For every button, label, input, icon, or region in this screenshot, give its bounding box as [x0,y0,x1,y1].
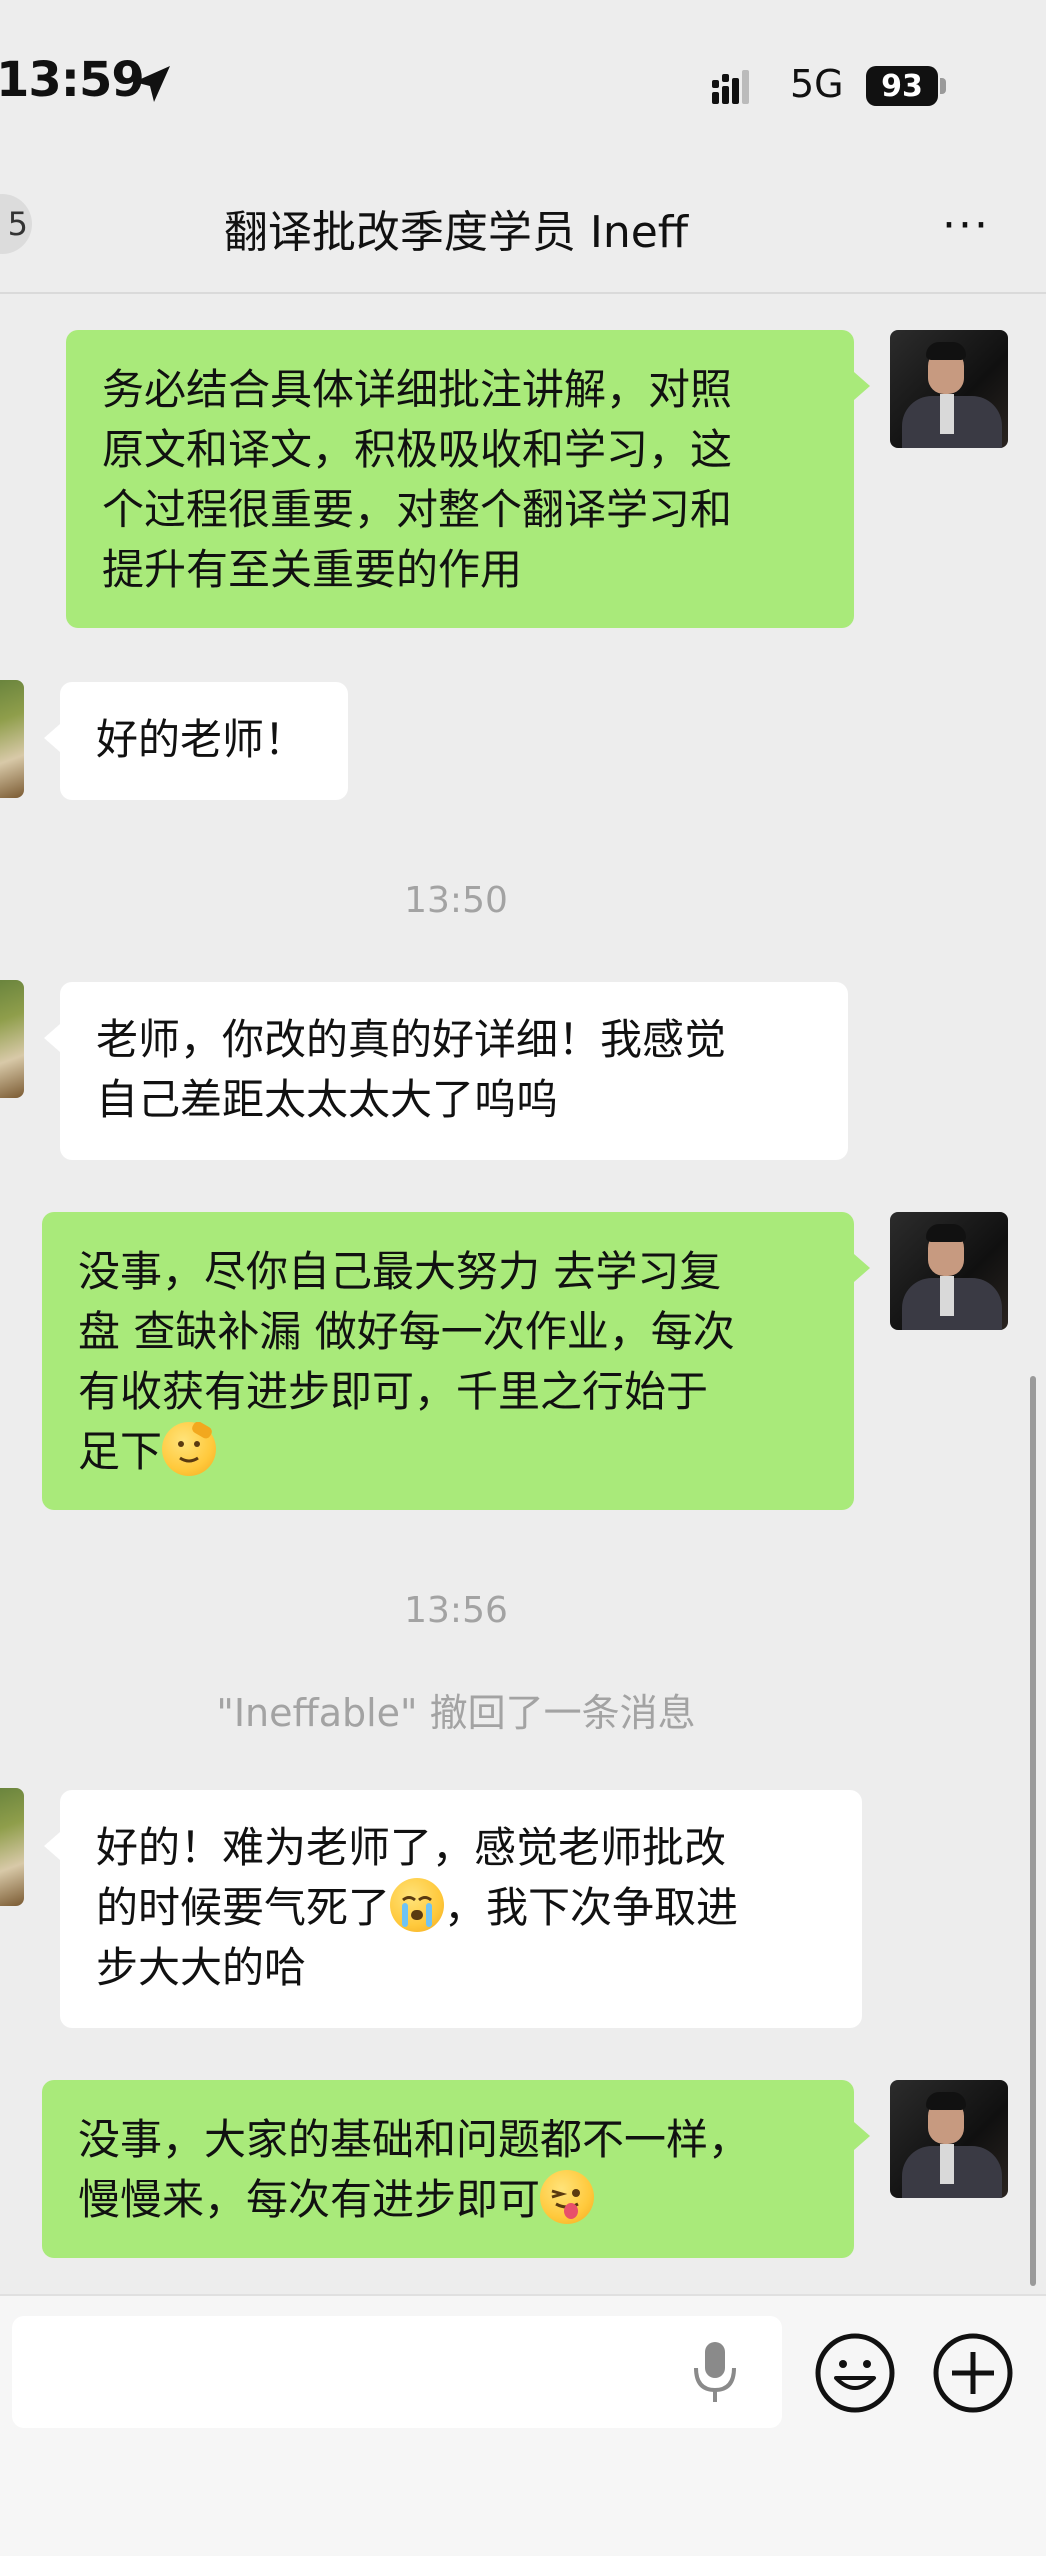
message-line: 有收获有进步即可，千里之行始于 [78,1367,709,1416]
my-avatar[interactable] [890,330,1008,448]
message-text: 慢慢来，每次有进步即可 [78,2175,541,2224]
message-line: 盘 查缺补漏 做好每一次作业，每次 [78,1307,735,1356]
message-line: 好的老师！ [96,715,307,764]
message-bubble-incoming[interactable]: 好的老师！ [44,682,348,800]
message-bubble-outgoing[interactable]: 务必结合具体详细批注讲解，对照 原文和译文，积极吸收和学习，这 个过程很重要，对… [66,330,870,628]
timestamp: 13:50 [404,880,508,921]
message-input[interactable] [12,2316,782,2428]
network-type: 5G [790,62,844,106]
message-line: 的时候要气死了 ，我下次争取进 [96,1878,862,1938]
contact-avatar[interactable] [0,680,24,798]
message-line: 老师，你改的真的好详细！我感觉 [96,1015,727,1064]
header-divider [0,292,1046,294]
message-bubble-outgoing[interactable]: 没事，大家的基础和问题都不一样， 慢慢来，每次有进步即可 [42,2080,870,2258]
chat-title: 翻译批改季度学员 Ineff [223,207,689,258]
chat-scrollbar[interactable] [1030,1376,1036,2286]
message-bubble-incoming[interactable]: 老师，你改的真的好详细！我感觉 自己差距太太太大了呜呜 [44,982,848,1160]
signal-bars-icon [712,70,749,104]
winking-tongue-emoji [540,2170,595,2224]
my-avatar[interactable] [890,2080,1008,2198]
message-text: 足下 [78,1427,163,1476]
smiley-icon[interactable] [814,2332,896,2414]
message-line: 提升有至关重要的作用 [102,545,523,594]
message-line: 自己差距太太太大了呜呜 [96,1075,559,1124]
message-text: 的时候要气死了 [96,1883,391,1932]
microphone-icon[interactable] [688,2338,742,2408]
more-options-button[interactable]: ··· [934,196,998,256]
recall-notice: "Ineffable" 撤回了一条消息 [216,1691,696,1735]
saluting-face-emoji [162,1422,217,1476]
message-line: 没事，大家的基础和问题都不一样， [78,2115,751,2164]
message-line: 步大大的哈 [96,1943,307,1992]
message-bubble-incoming[interactable]: 好的！难为老师了，感觉老师批改 的时候要气死了 ，我下次争取进 步大大的哈 [44,1790,862,2028]
battery-indicator: 93 [866,66,938,106]
message-line: 务必结合具体详细批注讲解，对照 [102,365,733,414]
status-time: 13:59 [0,52,145,108]
battery-cap [940,78,946,94]
contact-avatar[interactable] [0,980,24,1098]
message-line: 足下 [78,1422,834,1482]
plus-circle-icon[interactable] [932,2332,1014,2414]
timestamp: 13:56 [404,1590,508,1631]
message-line: 好的！难为老师了，感觉老师批改 [96,1823,727,1872]
message-bubble-outgoing[interactable]: 没事，尽你自己最大努力 去学习复 盘 查缺补漏 做好每一次作业，每次 有收获有进… [42,1212,870,1510]
message-text: ，我下次争取进 [444,1883,739,1932]
contact-avatar[interactable] [0,1788,24,1906]
my-avatar[interactable] [890,1212,1008,1330]
message-line: 原文和译文，积极吸收和学习，这 [102,425,733,474]
message-line: 没事，尽你自己最大努力 去学习复 [78,1247,722,1296]
message-line: 个过程很重要，对整个翻译学习和 [102,485,733,534]
crying-face-emoji [390,1878,445,1932]
location-arrow-icon [134,66,170,102]
message-line: 慢慢来，每次有进步即可 [78,2170,834,2230]
